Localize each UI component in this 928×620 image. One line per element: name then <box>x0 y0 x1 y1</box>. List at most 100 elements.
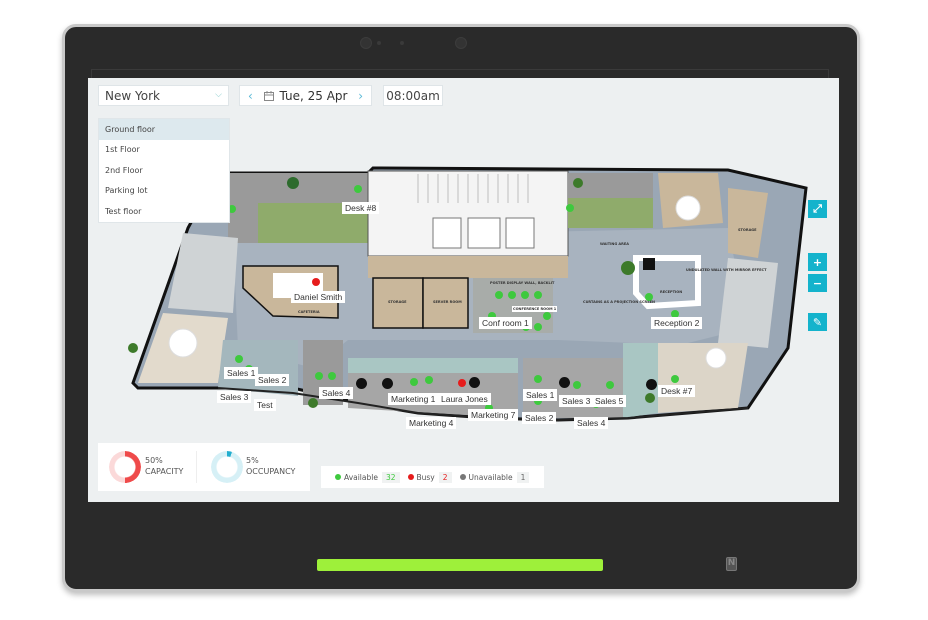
desk-label[interactable]: Sales 3 <box>559 395 594 407</box>
edit-icon: ✎ <box>812 315 823 329</box>
next-day-button[interactable]: › <box>358 89 363 103</box>
date-display[interactable]: Tue, 25 Apr <box>263 88 348 103</box>
seat-available[interactable] <box>606 381 614 389</box>
plant-icon <box>621 261 635 275</box>
top-right-room-floor <box>568 198 653 228</box>
room-top-left-floor <box>258 203 303 243</box>
date-value: Tue, 25 Apr <box>279 88 348 103</box>
busy-count: 2 <box>438 471 452 483</box>
floor-option-parking[interactable]: Parking lot <box>99 181 229 202</box>
seat-available[interactable] <box>534 375 542 383</box>
corridor-wood <box>368 256 568 278</box>
nfc-icon: N <box>726 557 737 571</box>
desk-label[interactable]: Sales 5 <box>592 395 627 407</box>
floor-option-1st[interactable]: 1st Floor <box>99 140 229 161</box>
room-label-undulated: UNDULATED WALL WITH MIRROR EFFECT <box>686 268 767 272</box>
desk-label[interactable]: Sales 2 <box>522 412 557 424</box>
room-label-server: SERVER ROOM <box>433 300 462 304</box>
seat-available[interactable] <box>328 372 336 380</box>
expand-icon: ⤢ <box>813 202 822 215</box>
available-label: Available <box>344 472 378 482</box>
seat-available[interactable] <box>315 372 323 380</box>
elevator-1 <box>432 217 462 249</box>
seat-unavailable[interactable] <box>356 378 367 389</box>
floor-option-2nd[interactable]: 2nd Floor <box>99 160 229 181</box>
marketing-glass <box>348 358 518 373</box>
occupancy-donut <box>211 451 243 483</box>
desk-label[interactable]: Desk #8 <box>342 202 380 214</box>
room-label-storage: STORAGE <box>388 300 407 304</box>
seat-available[interactable] <box>425 376 433 384</box>
seat-available[interactable] <box>671 375 679 383</box>
room-label-cafeteria: CAFETERIA <box>298 310 320 314</box>
zoom-in-button[interactable]: + <box>808 253 827 271</box>
room-label-storage-right: STORAGE <box>738 228 757 232</box>
time-picker[interactable]: 08:00am <box>383 85 443 106</box>
seat-unavailable[interactable] <box>646 379 657 390</box>
seat-busy[interactable] <box>312 278 320 286</box>
seat-available[interactable] <box>508 291 516 299</box>
seat-unavailable[interactable] <box>559 377 570 388</box>
seat-available[interactable] <box>495 291 503 299</box>
zoom-out-button[interactable]: − <box>808 274 827 292</box>
edit-button[interactable]: ✎ <box>808 313 827 331</box>
seat-available[interactable] <box>543 312 551 320</box>
desk-label[interactable]: Reception 2 <box>651 317 703 329</box>
seat-unavailable[interactable] <box>382 378 393 389</box>
occupancy-label: OCCUPANCY <box>246 467 296 476</box>
capacity-value: 50% <box>145 456 163 465</box>
desk-label[interactable]: Laura Jones <box>438 393 491 405</box>
seat-available[interactable] <box>354 185 362 193</box>
seat-available[interactable] <box>534 291 542 299</box>
divider <box>196 451 197 483</box>
chevron-down-icon: ⌵ <box>215 90 222 100</box>
seat-available[interactable] <box>645 293 653 301</box>
fullscreen-button[interactable]: ⤢ <box>808 200 827 218</box>
desk-label[interactable]: Test <box>254 399 276 411</box>
floor-option-test[interactable]: Test floor <box>99 201 229 222</box>
desk-label[interactable]: Sales 4 <box>574 417 609 429</box>
legend-busy[interactable]: Busy 2 <box>407 471 452 483</box>
desk-label[interactable]: Sales 3 <box>217 391 252 403</box>
restrooms-left <box>168 233 238 313</box>
desk-label[interactable]: Sales 1 <box>523 389 558 401</box>
seat-available[interactable] <box>521 291 529 299</box>
seat-available[interactable] <box>534 323 542 331</box>
seat-available[interactable] <box>410 378 418 386</box>
room-label-conference: CONFERENCE ROOM 1 <box>512 306 558 312</box>
elevator-2 <box>467 217 501 249</box>
room-label-curtains: CURTAINS AS A PROJECTION SCREEN <box>583 300 655 304</box>
seat-available[interactable] <box>573 381 581 389</box>
legend-available[interactable]: Available 32 <box>335 471 400 483</box>
round-table <box>675 195 701 221</box>
elevator-3 <box>505 217 535 249</box>
floor-option-ground[interactable]: Ground floor <box>99 119 229 140</box>
desk-label[interactable]: Daniel Smith <box>291 291 346 303</box>
seat-available[interactable] <box>235 355 243 363</box>
date-picker[interactable]: ‹ Tue, 25 Apr › <box>239 85 372 106</box>
available-count: 32 <box>381 471 400 483</box>
seat-busy[interactable] <box>458 379 466 387</box>
stats-panel: 50% CAPACITY 5% OCCUPANCY <box>98 443 310 491</box>
room-label-waiting: WAITING AREA <box>600 242 629 246</box>
status-legend: Available 32 Busy 2 Unavailable 1 <box>321 466 544 488</box>
minus-icon: − <box>812 276 823 290</box>
seat-unavailable[interactable] <box>469 377 480 388</box>
legend-unavailable[interactable]: Unavailable 1 <box>459 471 530 483</box>
desk-label[interactable]: Desk #7 <box>658 385 696 397</box>
desk-label[interactable]: Sales 4 <box>319 387 354 399</box>
seat-available[interactable] <box>566 204 574 212</box>
desk-label[interactable]: Marketing 7 <box>468 409 519 421</box>
desk-label[interactable]: Conf room 1 <box>479 317 532 329</box>
plant-icon <box>128 343 138 353</box>
desk-label[interactable]: Marketing 4 <box>406 417 457 429</box>
desk-label[interactable]: Sales 2 <box>255 374 290 386</box>
prev-day-button[interactable]: ‹ <box>248 89 253 103</box>
location-value: New York <box>105 88 160 103</box>
capacity-donut <box>109 451 141 483</box>
room-label-reception: RECEPTION <box>660 290 683 294</box>
desk-label[interactable]: Marketing 1 <box>388 393 439 405</box>
desk-label[interactable]: Sales 1 <box>224 367 259 379</box>
status-led-bar <box>317 559 603 571</box>
location-select[interactable]: New York ⌵ <box>98 85 229 106</box>
